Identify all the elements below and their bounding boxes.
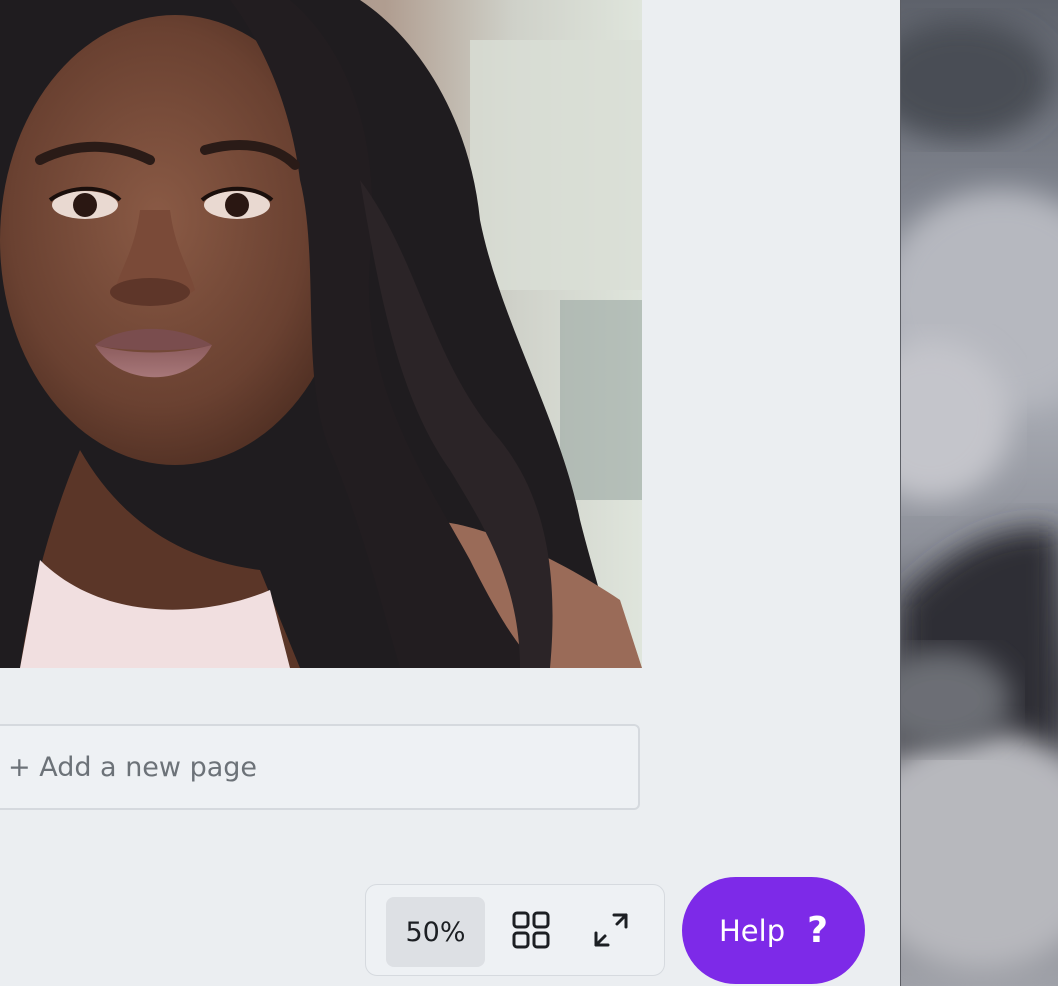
grid-view-button[interactable] [510, 909, 552, 951]
design-page-portrait-photo[interactable] [0, 0, 642, 668]
add-new-page-label: + Add a new page [8, 751, 258, 783]
fullscreen-expand-icon [594, 913, 628, 947]
fullscreen-button[interactable] [590, 909, 632, 951]
help-label: Help [718, 913, 786, 948]
adjacent-page-cloud-photo[interactable] [900, 0, 1058, 986]
help-button[interactable]: Help ? [682, 877, 865, 984]
grid-view-icon [512, 911, 550, 949]
zoom-level-button[interactable]: 50% [386, 897, 485, 967]
zoom-controls: 50% [365, 884, 665, 976]
question-mark-icon: ? [807, 910, 828, 951]
editor-workspace: + Add a new page 50% Help ? [0, 0, 1058, 986]
add-new-page-button[interactable]: + Add a new page [0, 724, 640, 810]
